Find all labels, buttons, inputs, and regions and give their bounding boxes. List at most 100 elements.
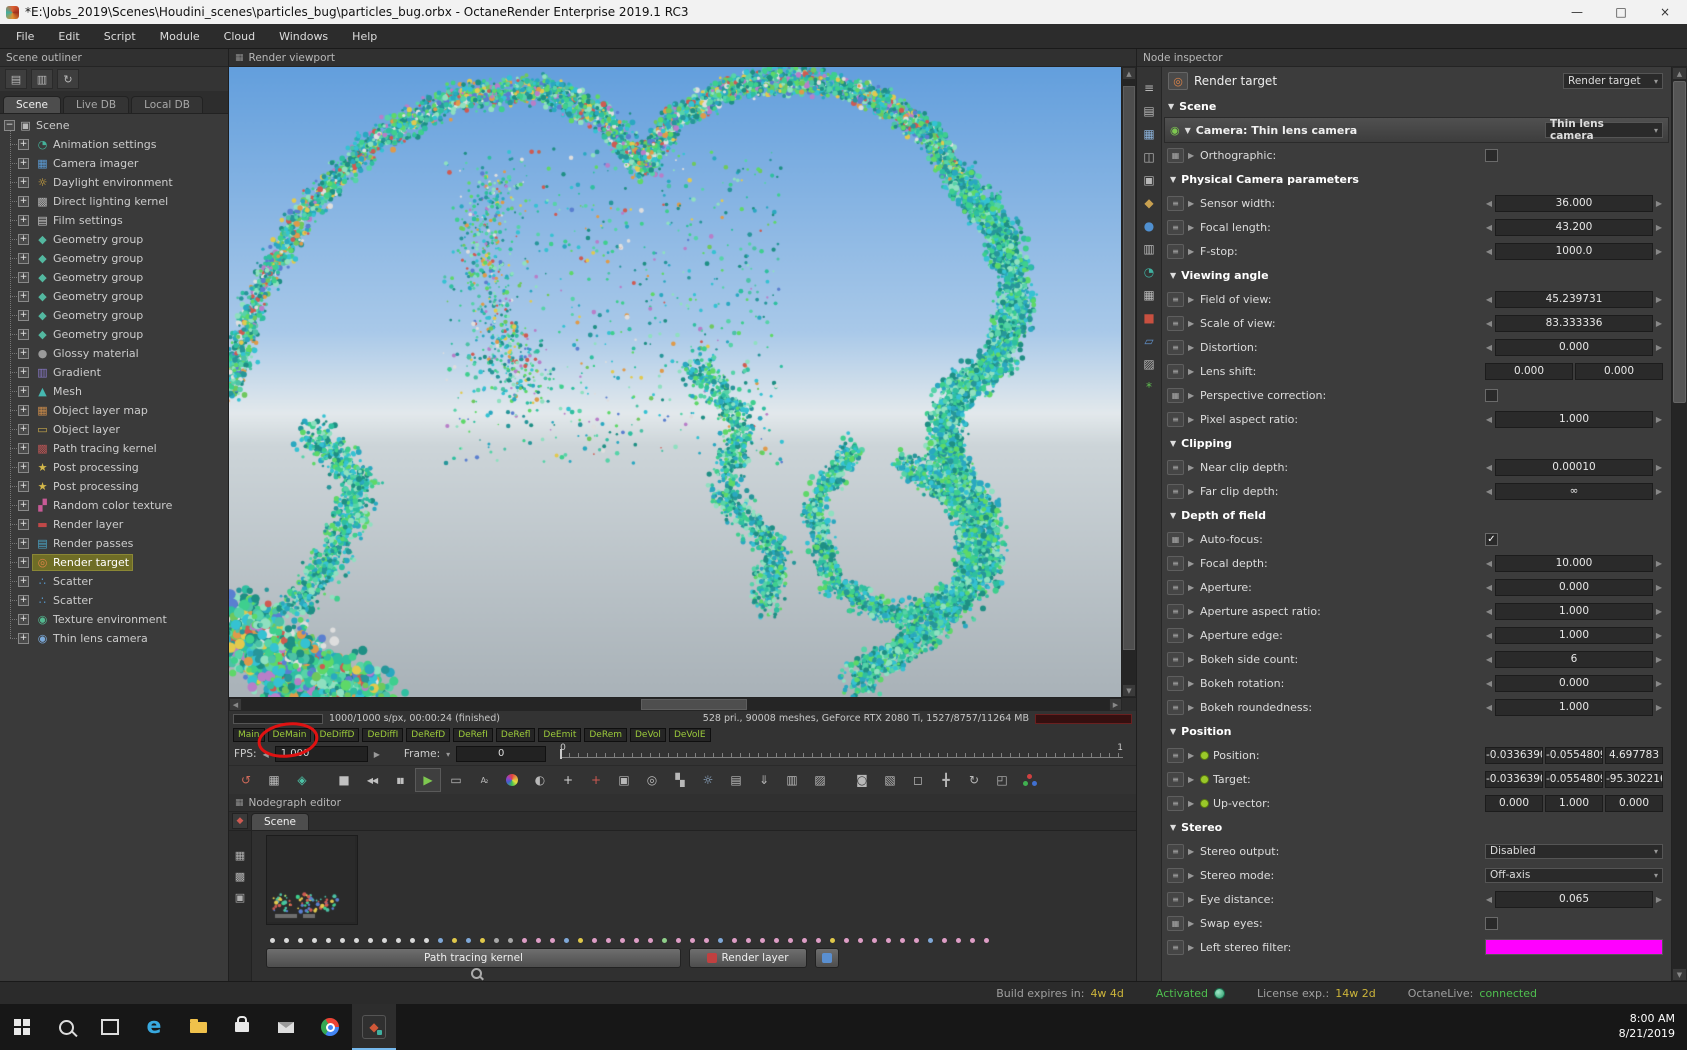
node-pin[interactable] bbox=[718, 938, 723, 943]
expand-toggle[interactable]: + bbox=[18, 253, 29, 264]
decrement-icon[interactable]: ◀ bbox=[1485, 415, 1493, 424]
expand-param-icon[interactable]: ▶ bbox=[1188, 319, 1196, 328]
expand-toggle[interactable]: + bbox=[18, 177, 29, 188]
pass-button-devol[interactable]: DeVol bbox=[630, 728, 666, 742]
node-link-icon[interactable]: ≡ bbox=[1167, 460, 1184, 475]
node-link-icon[interactable]: ≡ bbox=[1167, 868, 1184, 883]
decrement-icon[interactable]: ◀ bbox=[1485, 583, 1493, 592]
frame-dropdown-icon[interactable]: ▾ bbox=[444, 750, 452, 759]
param-value-lens-shift-0[interactable]: 0.000 bbox=[1485, 363, 1573, 380]
node-pin[interactable] bbox=[970, 938, 975, 943]
decrement-icon[interactable]: ◀ bbox=[1485, 463, 1493, 472]
node-pin[interactable] bbox=[690, 938, 695, 943]
node-pin[interactable] bbox=[928, 938, 933, 943]
outliner-item-scene-root[interactable]: −▣Scene bbox=[0, 116, 228, 135]
close-button[interactable]: × bbox=[1643, 0, 1687, 24]
node-link-icon[interactable]: ≡ bbox=[1167, 196, 1184, 211]
decrement-icon[interactable]: ◀ bbox=[1485, 631, 1493, 640]
param-value-lens-shift-1[interactable]: 0.000 bbox=[1575, 363, 1663, 380]
node-item[interactable] bbox=[815, 948, 839, 968]
scroll-up-icon[interactable]: ▲ bbox=[1122, 67, 1136, 80]
clipboard-icon[interactable]: ▣ bbox=[611, 768, 637, 792]
pass-button-derefd[interactable]: DeRefD bbox=[406, 728, 450, 742]
node-pin[interactable] bbox=[424, 938, 429, 943]
material-ball-icon[interactable]: ◆ bbox=[1144, 196, 1153, 210]
stop-icon[interactable]: ■ bbox=[331, 768, 357, 792]
zoom-icon[interactable]: ◎ bbox=[639, 768, 665, 792]
menu-script[interactable]: Script bbox=[92, 27, 148, 46]
decrement-icon[interactable]: ◀ bbox=[1485, 223, 1493, 232]
node-pin[interactable] bbox=[648, 938, 653, 943]
nodegraph-tab-scene[interactable]: Scene bbox=[251, 813, 309, 830]
focus-picker-icon[interactable]: + bbox=[555, 768, 581, 792]
node-pin[interactable] bbox=[662, 938, 667, 943]
timeline-cursor[interactable] bbox=[560, 749, 562, 759]
node-pin[interactable] bbox=[900, 938, 905, 943]
param-value-position-2[interactable]: 4.697783 bbox=[1605, 747, 1663, 764]
decrement-icon[interactable]: ◀ bbox=[1485, 703, 1493, 712]
collapse-icon[interactable]: ▼ bbox=[1170, 823, 1176, 832]
node-pin[interactable] bbox=[354, 938, 359, 943]
outliner-item-render-target[interactable]: +◎Render target bbox=[0, 553, 228, 572]
node-pin[interactable] bbox=[382, 938, 387, 943]
node-link-icon[interactable]: ≡ bbox=[1167, 892, 1184, 907]
outliner-item-scatter[interactable]: +∴Scatter bbox=[0, 572, 228, 591]
node-link-icon[interactable]: ▦ bbox=[1167, 148, 1184, 163]
node-path-tracing-kernel[interactable]: Path tracing kernel bbox=[266, 948, 681, 968]
node-pin[interactable] bbox=[270, 938, 275, 943]
node-pin[interactable] bbox=[368, 938, 373, 943]
node-pin[interactable] bbox=[508, 938, 513, 943]
expand-toggle[interactable]: + bbox=[18, 348, 29, 359]
pass-button-dediffi[interactable]: DeDiffI bbox=[362, 728, 403, 742]
chrome-icon[interactable] bbox=[308, 1004, 352, 1050]
region-render-icon[interactable]: ▧ bbox=[877, 768, 903, 792]
expand-param-icon[interactable]: ▶ bbox=[1188, 487, 1196, 496]
task-view-button[interactable] bbox=[88, 1004, 132, 1050]
outliner-item-render-layer[interactable]: +▬Render layer bbox=[0, 515, 228, 534]
node-pin[interactable] bbox=[802, 938, 807, 943]
start-button[interactable] bbox=[0, 1004, 44, 1050]
menu-help[interactable]: Help bbox=[340, 27, 389, 46]
outliner-item-daylight-environment[interactable]: +☼Daylight environment bbox=[0, 173, 228, 192]
decrement-icon[interactable]: ◀ bbox=[1485, 247, 1493, 256]
collapse-icon[interactable]: ▼ bbox=[1170, 271, 1176, 280]
param-value-scale-of-view[interactable]: 83.333336 bbox=[1495, 315, 1653, 332]
expand-param-icon[interactable]: ▶ bbox=[1188, 895, 1196, 904]
param-value-up-vector-0[interactable]: 0.000 bbox=[1485, 795, 1543, 812]
mail-icon[interactable] bbox=[264, 1004, 308, 1050]
node-pin[interactable] bbox=[550, 938, 555, 943]
dropdown-stereo-mode[interactable]: Off-axis▾ bbox=[1485, 868, 1663, 883]
param-value-target-2[interactable]: -95.302216 bbox=[1605, 771, 1663, 788]
time-icon[interactable]: ◔ bbox=[1144, 265, 1154, 279]
increment-icon[interactable]: ▶ bbox=[1655, 415, 1663, 424]
node-pin[interactable] bbox=[284, 938, 289, 943]
recenter-icon[interactable]: ↺ bbox=[233, 768, 259, 792]
param-value-far-clip-depth[interactable]: ∞ bbox=[1495, 483, 1653, 500]
collapse-icon[interactable]: ▼ bbox=[1170, 511, 1176, 520]
layers-icon[interactable]: ▤ bbox=[1143, 104, 1154, 118]
outliner-item-gradient[interactable]: +▥Gradient bbox=[0, 363, 228, 382]
timeline-ruler[interactable]: 0 1 bbox=[560, 745, 1123, 763]
expand-toggle[interactable]: + bbox=[18, 614, 29, 625]
restart-icon[interactable]: ◀◀ bbox=[359, 768, 385, 792]
outliner-item-object-layer-map[interactable]: +▦Object layer map bbox=[0, 401, 228, 420]
collapse-icon[interactable]: ▼ bbox=[1170, 727, 1176, 736]
node-pin[interactable] bbox=[872, 938, 877, 943]
node-pin[interactable] bbox=[956, 938, 961, 943]
expand-param-icon[interactable]: ▶ bbox=[1188, 223, 1196, 232]
scroll-up-icon[interactable]: ▲ bbox=[1672, 67, 1687, 80]
decrement-icon[interactable]: ◀ bbox=[1485, 199, 1493, 208]
node-pin[interactable] bbox=[494, 938, 499, 943]
node-pin[interactable] bbox=[396, 938, 401, 943]
expand-param-icon[interactable]: ▶ bbox=[1188, 943, 1196, 952]
expand-param-icon[interactable]: ▶ bbox=[1188, 871, 1196, 880]
param-value-pixel-aspect-ratio[interactable]: 1.000 bbox=[1495, 411, 1653, 428]
expand-toggle[interactable]: + bbox=[18, 405, 29, 416]
node-link-icon[interactable]: ≡ bbox=[1167, 652, 1184, 667]
outliner-item-geometry-group[interactable]: +◆Geometry group bbox=[0, 230, 228, 249]
expand-param-icon[interactable]: ▶ bbox=[1188, 847, 1196, 856]
material-preview-icon[interactable]: ◆ bbox=[232, 813, 248, 829]
node-link-icon[interactable]: ≡ bbox=[1167, 292, 1184, 307]
expand-param-icon[interactable]: ▶ bbox=[1188, 295, 1196, 304]
outliner-tab-scene[interactable]: Scene bbox=[3, 96, 61, 113]
